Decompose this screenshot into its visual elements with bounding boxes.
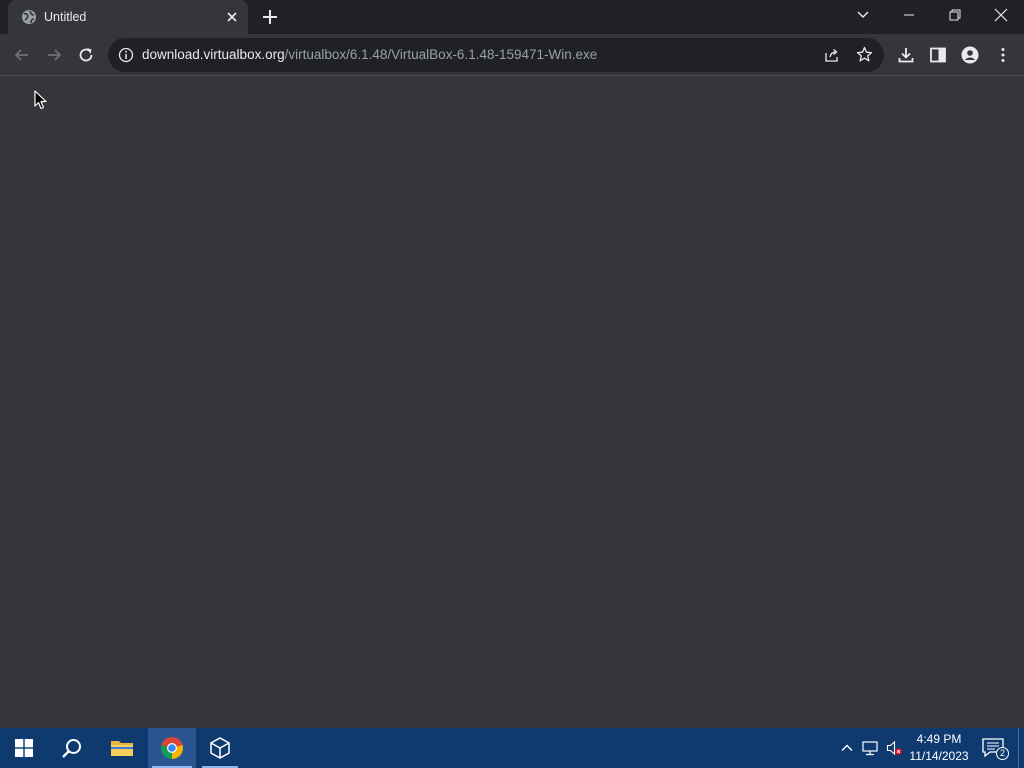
site-info-icon[interactable]: [118, 47, 134, 63]
system-clock[interactable]: 4:49 PM 11/14/2023: [902, 731, 976, 765]
reload-button[interactable]: [74, 43, 98, 67]
minimize-icon: [904, 14, 914, 16]
virtualbox-cube-icon: [210, 737, 230, 759]
side-panel-icon[interactable]: [929, 46, 947, 64]
new-tab-icon[interactable]: [260, 7, 280, 27]
profile-avatar-icon[interactable]: [961, 46, 979, 64]
more-menu-icon[interactable]: [994, 46, 1012, 64]
browser-tab[interactable]: Untitled: [8, 0, 248, 34]
restore-button[interactable]: [932, 0, 978, 30]
clock-time: 4:49 PM: [916, 732, 962, 746]
taskbar: 4:49 PM 11/14/2023 2: [0, 728, 1024, 768]
close-tab-icon[interactable]: [224, 9, 240, 25]
tab-search-chevron-down-icon[interactable]: [855, 6, 871, 22]
browser-toolbar: download.virtualbox.org/virtualbox/6.1.4…: [0, 34, 1024, 76]
tab-title: Untitled: [44, 10, 87, 24]
globe-icon: [22, 10, 36, 24]
tab-strip: Untitled: [0, 0, 1024, 34]
address-bar[interactable]: download.virtualbox.org/virtualbox/6.1.4…: [108, 38, 884, 72]
chrome-icon: [161, 737, 183, 759]
windows-logo-icon: [15, 739, 33, 757]
network-icon[interactable]: [862, 740, 878, 756]
search-icon: [62, 739, 81, 758]
forward-button[interactable]: [42, 43, 66, 67]
restore-icon: [949, 9, 961, 21]
page-content[interactable]: [0, 77, 1024, 728]
minimize-button[interactable]: [886, 0, 932, 30]
volume-muted-icon[interactable]: [886, 740, 902, 756]
url-path: /virtualbox/6.1.48/VirtualBox-6.1.48-159…: [284, 47, 598, 62]
bookmark-star-icon[interactable]: [856, 46, 873, 63]
url-text[interactable]: download.virtualbox.org/virtualbox/6.1.4…: [142, 47, 597, 62]
chrome-taskbar-button[interactable]: [148, 728, 196, 768]
close-window-button[interactable]: [978, 0, 1024, 30]
chevron-up-icon[interactable]: [839, 740, 855, 756]
download-icon[interactable]: [897, 46, 915, 64]
mouse-cursor-icon: [34, 90, 47, 110]
back-button[interactable]: [10, 43, 34, 67]
share-icon[interactable]: [824, 47, 840, 63]
file-explorer-button[interactable]: [98, 728, 146, 768]
arrow-right-icon: [48, 49, 62, 61]
show-desktop-button[interactable]: [1018, 728, 1019, 768]
reload-icon: [79, 48, 93, 62]
url-host: download.virtualbox.org: [142, 47, 285, 62]
search-button[interactable]: [48, 728, 96, 768]
start-button[interactable]: [0, 728, 48, 768]
virtualbox-installer-taskbar-button[interactable]: [198, 728, 242, 768]
close-icon: [994, 8, 1008, 22]
folder-icon: [111, 741, 133, 756]
clock-date: 11/14/2023: [909, 749, 969, 763]
arrow-left-icon: [14, 49, 28, 61]
notification-badge: 2: [996, 747, 1009, 760]
